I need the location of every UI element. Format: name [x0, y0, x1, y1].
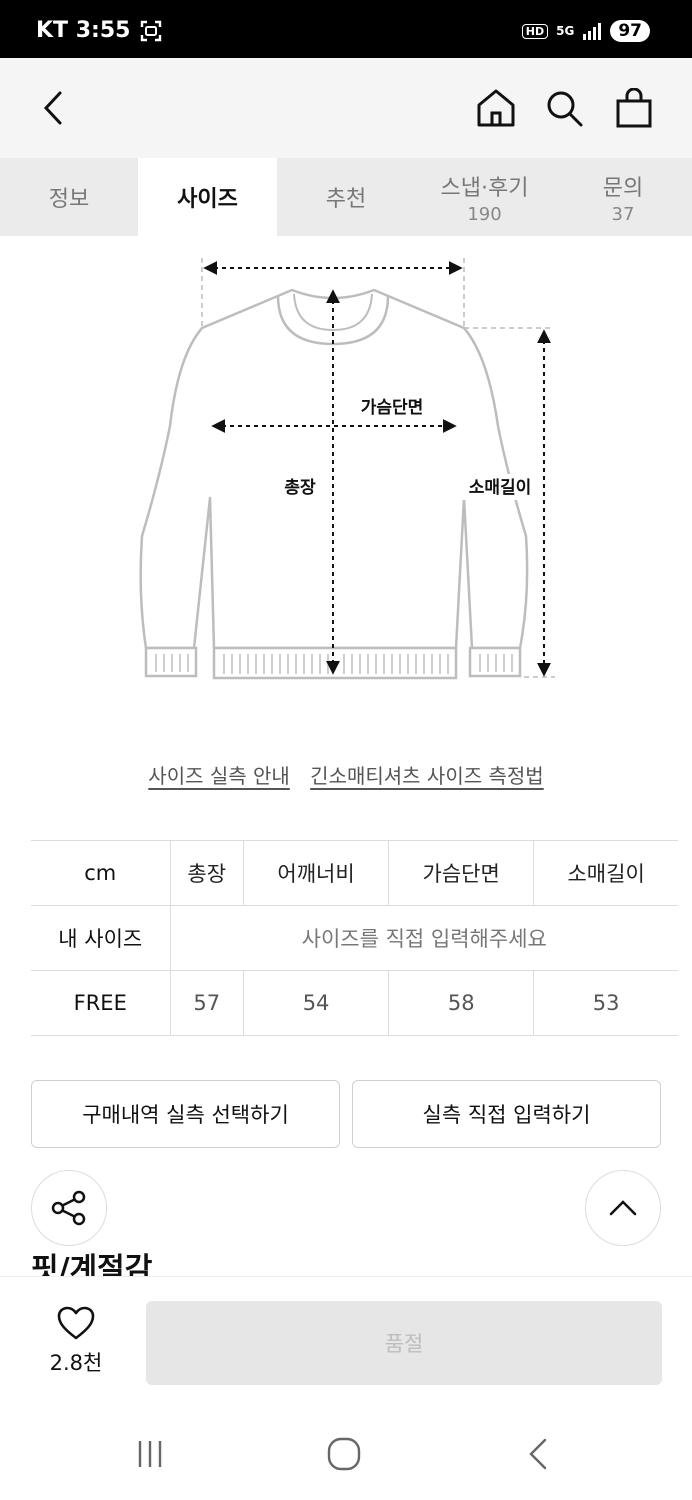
purchase-history-button[interactable]: 구매내역 실측 선택하기 [31, 1080, 340, 1148]
home-icon [477, 89, 515, 127]
sleeve-label: 소매길이 [469, 478, 532, 498]
shoulder-header: 어깨너비 [243, 840, 390, 906]
tab-label: 추천 [325, 187, 367, 212]
tab-label: 사이즈 [177, 187, 238, 212]
soldout-button[interactable]: 품절 [146, 1301, 662, 1385]
tab-size[interactable]: 사이즈 [138, 158, 277, 236]
length-label: 총장 [284, 478, 316, 498]
screenshot-icon [141, 20, 162, 41]
shopping-bag-icon [616, 88, 652, 128]
tab-inquiry[interactable]: 문의 37 [554, 158, 692, 236]
my-size-row[interactable]: 내 사이즈 사이즈를 직접 입력해주세요 [31, 905, 678, 971]
manual-input-button[interactable]: 실측 직접 입력하기 [352, 1080, 661, 1148]
table-row: FREE 57 54 58 53 [31, 970, 678, 1036]
size-table: cm 총장 어깨너비 가슴단면 소매길이 내 사이즈 사이즈를 직접 입력해주세… [31, 840, 678, 1036]
tab-snap-review[interactable]: 스냅·후기 190 [415, 158, 554, 236]
bottom-action-bar: 2.8천 품절 [0, 1276, 692, 1406]
size-diagram: 가슴단면 총장 소매길이 [130, 236, 560, 686]
battery-indicator: 97 [610, 20, 650, 42]
share-button[interactable] [31, 1170, 107, 1246]
product-tabs: 정보 사이즈 추천 스냅·후기 190 문의 37 [0, 158, 692, 236]
home-button[interactable] [472, 84, 520, 132]
cart-button[interactable] [610, 84, 658, 132]
table-header-row: cm 총장 어깨너비 가슴단면 소매길이 [31, 840, 678, 906]
hd-badge: HD [521, 23, 549, 39]
like-count: 2.8천 [49, 1351, 103, 1375]
chevron-up-icon [609, 1200, 637, 1216]
length-value: 57 [170, 970, 244, 1036]
tab-label: 문의 [602, 175, 644, 201]
chest-label: 가슴단면 [361, 398, 424, 418]
tab-info[interactable]: 정보 [0, 158, 138, 236]
size-name: FREE [31, 970, 171, 1036]
app-header [0, 58, 692, 158]
tab-count: 37 [611, 203, 635, 225]
network-badge: 5G [556, 24, 575, 38]
tab-label: 스냅·후기 [440, 175, 529, 201]
chevron-left-icon [43, 91, 62, 125]
my-size-label: 내 사이즈 [31, 905, 171, 971]
chest-header: 가슴단면 [388, 840, 535, 906]
tab-count: 190 [467, 203, 502, 225]
home-circle-icon [327, 1437, 361, 1471]
system-nav-bar [0, 1406, 692, 1500]
size-guide-link[interactable]: 사이즈 실측 안내 [148, 764, 290, 788]
status-bar: KT 3:55 HD 5G 97 [0, 0, 692, 58]
my-size-input[interactable]: 사이즈를 직접 입력해주세요 [170, 905, 678, 971]
status-right: HD 5G 97 [521, 20, 650, 42]
back-button[interactable] [30, 84, 78, 132]
sleeve-value: 53 [533, 970, 678, 1036]
tab-label: 정보 [48, 187, 90, 212]
search-icon [547, 91, 583, 127]
back-nav-button[interactable] [516, 1432, 560, 1476]
status-left: KT 3:55 [36, 18, 162, 43]
scroll-top-button[interactable] [585, 1170, 661, 1246]
signal-icon [583, 23, 602, 40]
chevron-left-icon [529, 1438, 547, 1470]
recent-apps-icon [138, 1441, 162, 1467]
status-time: KT 3:55 [36, 18, 131, 43]
chest-value: 58 [388, 970, 535, 1036]
size-links: 사이즈 실측 안내 긴소매티셔츠 사이즈 측정법 [0, 760, 692, 789]
sleeve-header: 소매길이 [533, 840, 678, 906]
share-icon [51, 1190, 86, 1226]
measure-method-link[interactable]: 긴소매티셔츠 사이즈 측정법 [310, 764, 544, 788]
search-button[interactable] [540, 84, 588, 132]
unit-header: cm [31, 840, 171, 906]
shoulder-value: 54 [243, 970, 390, 1036]
recent-apps-button[interactable] [128, 1432, 172, 1476]
length-header: 총장 [170, 840, 244, 906]
home-nav-button[interactable] [322, 1432, 366, 1476]
tab-recommend[interactable]: 추천 [277, 158, 415, 236]
like-button[interactable]: 2.8천 [38, 1305, 114, 1377]
sweatshirt-diagram: 가슴단면 총장 소매길이 [139, 258, 555, 680]
heart-icon [57, 1306, 95, 1340]
